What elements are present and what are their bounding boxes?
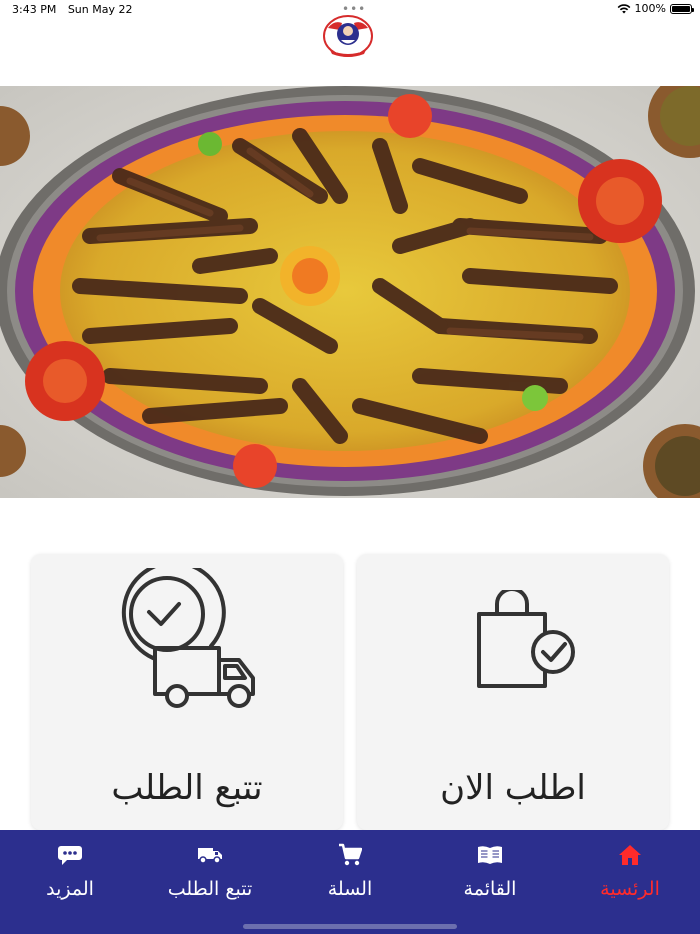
order-now-label: اطلب الان xyxy=(440,768,586,808)
delivery-truck-clock-icon xyxy=(121,568,255,708)
tab-more-label: المزيد xyxy=(46,878,94,900)
tab-menu[interactable]: القائمة xyxy=(430,842,550,900)
tab-menu-label: القائمة xyxy=(463,878,517,900)
tab-track-order-label: تتبع الطلب xyxy=(167,878,253,900)
battery-percent: 100% xyxy=(634,2,666,15)
status-right: 100% xyxy=(617,2,694,15)
tab-track-order[interactable]: تتبع الطلب xyxy=(150,842,270,900)
track-order-label: تتبع الطلب xyxy=(111,768,263,808)
battery-fill xyxy=(672,5,690,12)
food-platter-illustration xyxy=(0,86,700,498)
tab-home[interactable]: الرئسية xyxy=(570,842,690,900)
home-indicator[interactable] xyxy=(243,924,457,929)
tab-more[interactable]: المزيد xyxy=(10,842,130,900)
tab-home-label: الرئسية xyxy=(600,878,660,900)
wifi-icon xyxy=(617,3,630,13)
truck-icon xyxy=(198,848,222,864)
cart-icon xyxy=(339,843,362,866)
restaurant-logo xyxy=(323,15,373,57)
status-time: 3:43 PM xyxy=(12,3,57,16)
tab-cart[interactable]: السلة xyxy=(290,842,410,900)
shopping-bag-check-icon xyxy=(477,590,575,688)
track-order-card[interactable]: تتبع الطلب xyxy=(31,554,343,830)
status-date: Sun May 22 xyxy=(67,3,133,16)
book-icon xyxy=(478,846,502,864)
chat-bubble-icon xyxy=(58,846,82,865)
battery-icon xyxy=(670,3,694,14)
home-icon xyxy=(619,845,641,865)
bottom-tab-bar: المزيد تتبع الطلب السلة القائمة الرئسية xyxy=(0,830,700,934)
hero-food-image xyxy=(0,86,700,498)
tab-cart-label: السلة xyxy=(327,878,373,900)
order-now-card[interactable]: اطلب الان xyxy=(357,554,669,830)
status-left: 3:43 PM Sun May 22 xyxy=(12,3,141,16)
